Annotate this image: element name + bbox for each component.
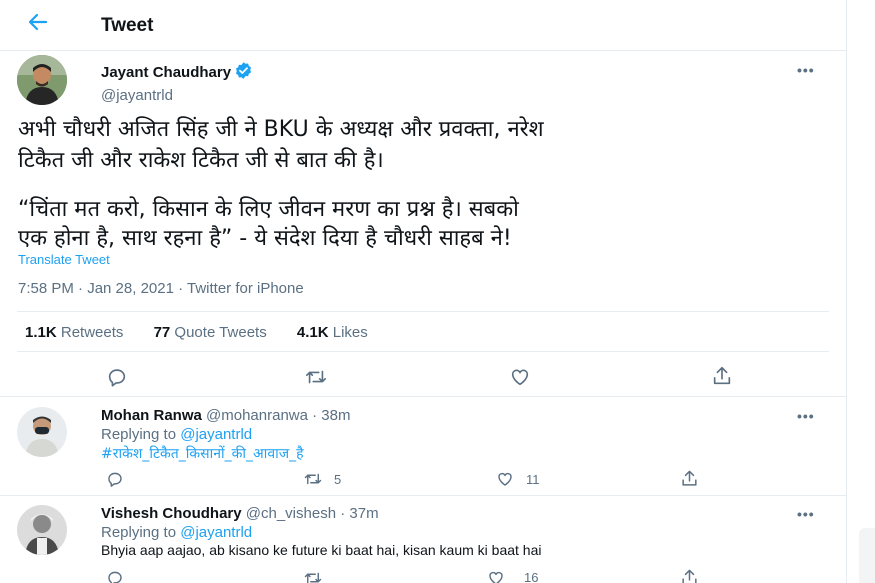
reply-icon[interactable]	[106, 470, 124, 493]
reply-icon[interactable]	[106, 366, 128, 393]
replying-to: Replying to @jayantrld	[101, 524, 253, 541]
more-options-icon[interactable]: •••	[797, 408, 815, 424]
like-icon[interactable]	[495, 470, 515, 493]
retweets-stat[interactable]: 1.1K Retweets	[25, 324, 123, 341]
reply-author: Mohan Ranwa @mohanranwa · 38m	[101, 407, 351, 424]
header: Tweet	[0, 0, 846, 51]
share-icon[interactable]	[680, 469, 699, 493]
mention-link[interactable]: @jayantrld	[180, 524, 252, 541]
tweet-timestamp[interactable]: 7:58 PM · Jan 28, 2021 · Twitter for iPh…	[18, 280, 304, 297]
sidebar-panel	[859, 528, 875, 583]
tweet-text-line-1: अभी चौधरी अजित सिंह जी ने BKU के अध्यक्ष…	[18, 117, 544, 142]
share-icon[interactable]	[711, 365, 733, 392]
reply-icon[interactable]	[106, 569, 124, 583]
divider	[0, 495, 846, 496]
divider	[17, 351, 829, 352]
divider	[17, 311, 829, 312]
translate-tweet-link[interactable]: Translate Tweet	[18, 252, 110, 267]
verified-badge-icon	[234, 61, 253, 85]
likes-stat[interactable]: 4.1K Likes	[297, 324, 368, 341]
quote-tweets-stat[interactable]: 77 Quote Tweets	[154, 324, 267, 341]
mention-link[interactable]: @jayantrld	[180, 426, 252, 443]
avatar[interactable]	[17, 505, 67, 555]
like-icon[interactable]	[508, 366, 532, 393]
retweet-icon[interactable]	[304, 366, 328, 393]
more-options-icon[interactable]: •••	[797, 506, 815, 522]
reply-text: Bhyia aap aajao, ab kisano ke future ki …	[101, 542, 542, 558]
retweet-icon[interactable]	[303, 470, 323, 493]
retweet-count: 5	[334, 472, 342, 487]
page-title: Tweet	[101, 15, 154, 36]
right-sidebar	[847, 0, 875, 583]
arrow-left-icon[interactable]	[26, 10, 50, 41]
tweet-stats: 1.1K Retweets 77 Quote Tweets 4.1K Likes	[25, 324, 394, 341]
author-block: Jayant Chaudhary @jayantrld	[101, 61, 253, 104]
like-count: 16	[524, 570, 539, 583]
author-handle[interactable]: @jayantrld	[101, 87, 253, 104]
divider	[0, 396, 846, 397]
tweet-column: Tweet Jayant Chaudhary @jayantrld ••• अभ…	[0, 0, 847, 583]
retweet-icon[interactable]	[303, 569, 323, 583]
more-options-icon[interactable]: •••	[797, 62, 815, 78]
reply-author: Vishesh Choudhary @ch_vishesh · 37m	[101, 505, 379, 522]
hashtag-link[interactable]: #राकेश_टिकैत_किसानों_की_आवाज_है	[101, 444, 304, 463]
avatar[interactable]	[17, 55, 67, 105]
avatar[interactable]	[17, 407, 67, 457]
like-count: 11	[526, 472, 540, 487]
tweet-text-line-4: एक होना है, साथ रहना है” - ये संदेश दिया…	[18, 226, 512, 251]
replying-to: Replying to @jayantrld	[101, 426, 253, 443]
tweet-text-line-2: टिकैत जी और राकेश टिकैत जी से बात की है।	[18, 148, 384, 173]
author-name[interactable]: Jayant Chaudhary	[101, 64, 231, 81]
share-icon[interactable]	[680, 568, 699, 583]
like-icon[interactable]	[486, 569, 506, 583]
